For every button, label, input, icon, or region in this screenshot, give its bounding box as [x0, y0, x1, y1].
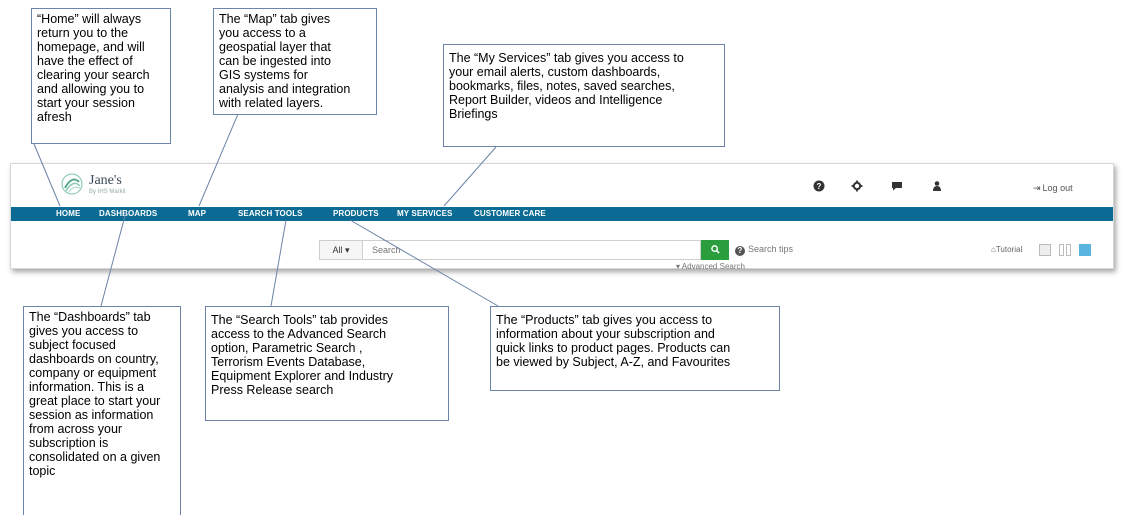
- callout-line: topic: [29, 464, 56, 478]
- callout-line: Report Builder, videos and Intelligence: [449, 93, 663, 107]
- svg-text:?: ?: [817, 182, 822, 191]
- two-column-view-icon[interactable]: [1059, 244, 1064, 256]
- callout-line: Press Release search: [211, 383, 334, 397]
- nav-tab-my-services[interactable]: MY SERVICES: [397, 207, 453, 221]
- callout-line: geospatial layer that: [219, 40, 331, 54]
- callout-search-tools: The “Search Tools” tab provides access t…: [205, 306, 449, 421]
- search-button[interactable]: [701, 240, 729, 260]
- callout-line: The “Dashboards” tab: [29, 310, 151, 324]
- callout-line: “Home” will always: [37, 12, 142, 26]
- callout-line: Equipment Explorer and Industry: [211, 369, 394, 383]
- main-nav: HOME DASHBOARDS MAP SEARCH TOOLS PRODUCT…: [11, 207, 1113, 221]
- help-icon[interactable]: ?: [813, 180, 825, 192]
- callout-line: The “Products” tab gives you access to: [496, 313, 713, 327]
- callout-line: The “Map” tab gives: [219, 12, 331, 26]
- callout-line: with related layers.: [219, 96, 324, 110]
- callout-products: The “Products” tab gives you access to i…: [490, 306, 780, 391]
- callout-line: The “My Services” tab gives you access t…: [449, 51, 684, 65]
- callout-line: GIS systems for: [219, 68, 308, 82]
- two-column-view-icon-right: [1066, 244, 1071, 256]
- brand-name: Jane's: [89, 173, 122, 188]
- callout-home: “Home” will always return you to the hom…: [31, 8, 171, 144]
- callout-line: bookmarks, files, notes, saved searches,: [449, 79, 675, 93]
- janes-logo-icon: [61, 173, 83, 195]
- callout-dashboards: The “Dashboards” tab gives you access to…: [23, 306, 181, 515]
- user-icon[interactable]: [931, 180, 943, 192]
- callout-line: great place to start your: [29, 394, 161, 408]
- callout-line: Terrorism Events Database,: [211, 355, 366, 369]
- nav-tab-customer-care[interactable]: CUSTOMER CARE: [474, 207, 546, 221]
- callout-line: your email alerts, custom dashboards,: [449, 65, 661, 79]
- list-view-icon[interactable]: [1039, 244, 1051, 256]
- callout-line: subject focused: [29, 338, 116, 352]
- callout-line: The “Search Tools” tab provides: [211, 313, 388, 327]
- callout-line: Briefings: [449, 107, 498, 121]
- callout-line: access to the Advanced Search: [211, 327, 387, 341]
- callout-line: information. This is a: [29, 380, 145, 394]
- tutorial-label: Tutorial: [995, 245, 1023, 254]
- callout-line: dashboards on country,: [29, 352, 159, 366]
- callout-line: consolidated on a given: [29, 450, 161, 464]
- callout-line: session as information: [29, 408, 154, 422]
- nav-tab-search-tools[interactable]: SEARCH TOOLS: [238, 207, 303, 221]
- help-circle-icon: ?: [735, 246, 745, 256]
- search-input[interactable]: [363, 240, 701, 260]
- nav-tab-home[interactable]: HOME: [56, 207, 80, 221]
- callout-line: information about your subscription and: [496, 327, 715, 341]
- search-tips-link[interactable]: ? Search tips: [735, 244, 793, 256]
- callout-line: analysis and integration: [219, 82, 351, 96]
- callout-line: have the effect of: [37, 54, 133, 68]
- search-scope-dropdown[interactable]: All ▾: [319, 240, 363, 260]
- search-icon: [710, 245, 720, 254]
- callout-line: you access to a: [219, 26, 306, 40]
- callout-line: quick links to product pages. Products c…: [496, 341, 731, 355]
- brand-subtitle: By IHS Markit: [89, 189, 126, 195]
- callout-line: return you to the: [37, 26, 129, 40]
- advanced-search-link[interactable]: ▾ Advanced Search: [676, 262, 745, 271]
- settings-icon[interactable]: [851, 180, 863, 192]
- search-tips-label: Search tips: [748, 244, 794, 254]
- brand-logo[interactable]: Jane's By IHS Markit: [61, 173, 151, 203]
- nav-tab-dashboards[interactable]: DASHBOARDS: [99, 207, 157, 221]
- callout-line: afresh: [37, 110, 72, 124]
- callout-line: company or equipment: [29, 366, 157, 380]
- chat-icon[interactable]: [891, 180, 903, 192]
- callout-map: The “Map” tab gives you access to a geos…: [213, 8, 377, 115]
- callout-line: be viewed by Subject, A-Z, and Favourite…: [496, 355, 731, 369]
- grid-view-icon[interactable]: [1079, 244, 1091, 256]
- callout-line: subscription is: [29, 436, 109, 450]
- app-header-panel: Jane's By IHS Markit ? ⇥ Log out HOME DAS…: [10, 163, 1114, 271]
- logout-label: Log out: [1042, 183, 1073, 193]
- nav-tab-products[interactable]: PRODUCTS: [333, 207, 379, 221]
- callout-line: option, Parametric Search ,: [211, 341, 363, 355]
- callout-line: and allowing you to: [37, 82, 145, 96]
- callout-line: clearing your search: [37, 68, 150, 82]
- callout-my-services: The “My Services” tab gives you access t…: [443, 44, 725, 147]
- tutorial-link[interactable]: ⌂Tutorial: [991, 245, 1022, 254]
- callout-line: gives you access to: [29, 324, 139, 338]
- nav-tab-map[interactable]: MAP: [188, 207, 206, 221]
- callout-line: can be ingested into: [219, 54, 331, 68]
- callout-line: homepage, and will: [37, 40, 145, 54]
- callout-line: start your session: [37, 96, 135, 110]
- logout-link[interactable]: ⇥ Log out: [1033, 183, 1073, 194]
- logout-icon: ⇥: [1033, 183, 1041, 193]
- callout-line: from across your: [29, 422, 123, 436]
